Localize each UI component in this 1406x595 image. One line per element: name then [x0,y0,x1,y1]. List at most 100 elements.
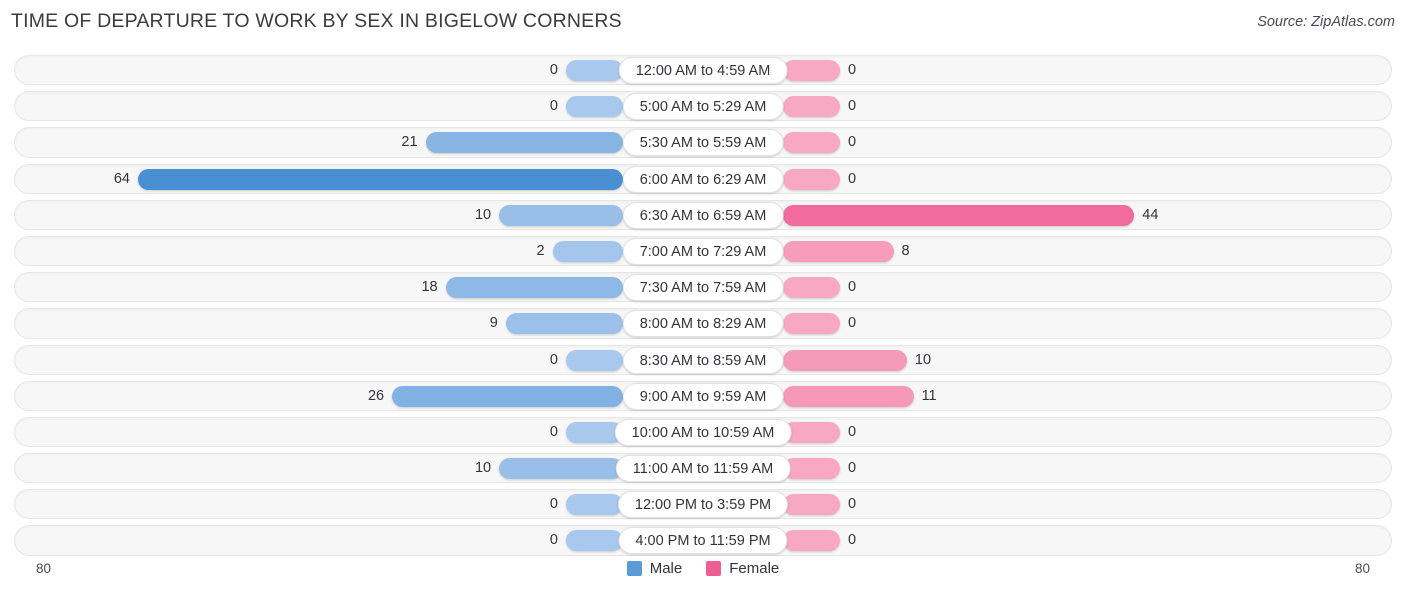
female-bar[interactable] [783,277,840,299]
male-half: 0 [0,522,703,558]
male-value-label: 10 [474,460,492,477]
male-half: 10 [0,450,703,486]
chart-row[interactable]: 26 11 9:00 AM to 9:59 AM [0,378,1406,414]
chart-row[interactable]: 9 0 8:00 AM to 8:29 AM [0,305,1406,341]
male-value-label: 0 [549,423,558,440]
legend-item-male[interactable]: Male [626,560,683,577]
male-value-label: 0 [549,496,558,513]
female-bar[interactable] [783,313,840,335]
male-bar[interactable] [505,313,623,335]
female-bar[interactable] [783,240,894,262]
male-half: 18 [0,269,703,305]
female-value-label: 0 [848,315,857,332]
female-bar[interactable] [783,530,840,552]
male-value-label: 26 [367,387,385,404]
female-bar[interactable] [783,204,1135,226]
male-half: 64 [0,161,703,197]
category-label: 7:00 AM to 7:29 AM [622,237,784,265]
chart-row[interactable]: 10 44 6:30 AM to 6:59 AM [0,197,1406,233]
female-half: 44 [703,197,1406,233]
female-half: 0 [703,414,1406,450]
legend-item-female[interactable]: Female [706,560,779,577]
female-bar[interactable] [783,421,840,443]
category-label: 5:30 AM to 5:59 AM [622,129,784,157]
female-value-label: 0 [848,98,857,115]
male-half: 2 [0,233,703,269]
category-label: 4:00 PM to 11:59 PM [618,527,788,555]
female-value-label: 8 [901,242,910,259]
chart-page: TIME OF DEPARTURE TO WORK BY SEX IN BIGE… [0,0,1406,595]
category-label: 8:00 AM to 8:29 AM [622,310,784,338]
male-value-label: 9 [489,315,498,332]
chart-row[interactable]: 0 0 10:00 AM to 10:59 AM [0,414,1406,450]
male-bar[interactable] [566,530,623,552]
female-half: 0 [703,88,1406,124]
category-label: 5:00 AM to 5:29 AM [622,93,784,121]
legend-label-female: Female [729,560,780,577]
male-half: 0 [0,52,703,88]
chart-row[interactable]: 10 0 11:00 AM to 11:59 AM [0,450,1406,486]
category-label: 9:00 AM to 9:59 AM [622,382,784,410]
female-bar[interactable] [783,132,840,154]
chart-row[interactable]: 64 0 6:00 AM to 6:29 AM [0,161,1406,197]
male-bar[interactable] [138,168,623,190]
female-value-label: 0 [848,423,857,440]
female-value-label: 10 [914,351,932,368]
male-bar[interactable] [566,96,623,118]
male-bar[interactable] [566,494,623,516]
chart-row[interactable]: 21 0 5:30 AM to 5:59 AM [0,124,1406,160]
category-label: 12:00 AM to 4:59 AM [618,57,788,84]
female-value-label: 0 [848,62,857,78]
source-attribution: Source: ZipAtlas.com [1257,14,1395,30]
male-bar[interactable] [499,204,623,226]
female-bar[interactable] [783,96,840,118]
male-bar[interactable] [445,277,623,299]
male-bar[interactable] [552,240,623,262]
male-bar[interactable] [566,349,623,371]
female-bar[interactable] [783,494,840,516]
male-color-swatch-icon [626,561,642,576]
male-value-label: 0 [549,98,558,115]
chart-row[interactable]: 0 0 12:00 AM to 4:59 AM [0,52,1406,88]
male-value-label: 0 [549,532,558,549]
male-bar[interactable] [499,458,623,480]
male-half: 0 [0,342,703,378]
male-bar[interactable] [392,385,623,407]
male-bar[interactable] [566,60,623,81]
male-half: 0 [0,486,703,522]
chart-row[interactable]: 0 0 12:00 PM to 3:59 PM [0,486,1406,522]
female-value-label: 11 [921,387,937,404]
male-half: 0 [0,414,703,450]
chart-row[interactable]: 0 0 4:00 PM to 11:59 PM [0,522,1406,558]
male-value-label: 21 [401,134,418,151]
female-half: 0 [703,124,1406,160]
female-value-label: 0 [848,460,857,477]
female-value-label: 0 [848,134,857,151]
male-half: 0 [0,88,703,124]
female-bar[interactable] [783,385,914,407]
female-half: 0 [703,450,1406,486]
chart-row[interactable]: 18 0 7:30 AM to 7:59 AM [0,269,1406,305]
female-bar[interactable] [783,168,840,190]
female-half: 0 [703,161,1406,197]
chart-row[interactable]: 0 0 5:00 AM to 5:29 AM [0,88,1406,124]
male-value-label: 10 [474,206,492,223]
female-half: 0 [703,52,1406,88]
category-label: 8:30 AM to 8:59 AM [622,346,784,374]
female-bar[interactable] [783,349,907,371]
male-bar[interactable] [425,132,623,154]
female-value-label: 0 [848,279,857,296]
female-half: 0 [703,522,1406,558]
chart-row[interactable]: 2 8 7:00 AM to 7:29 AM [0,233,1406,269]
category-label: 6:30 AM to 6:59 AM [622,201,784,229]
category-label: 7:30 AM to 7:59 AM [622,274,784,302]
female-bar[interactable] [783,60,840,81]
female-value-label: 0 [848,496,857,513]
chart-row[interactable]: 0 10 8:30 AM to 8:59 AM [0,342,1406,378]
male-value-label: 0 [549,62,558,78]
legend-label-male: Male [649,560,683,577]
category-label: 10:00 AM to 10:59 AM [614,418,792,446]
male-half: 26 [0,378,703,414]
female-half: 11 [703,378,1406,414]
female-bar[interactable] [783,458,840,480]
